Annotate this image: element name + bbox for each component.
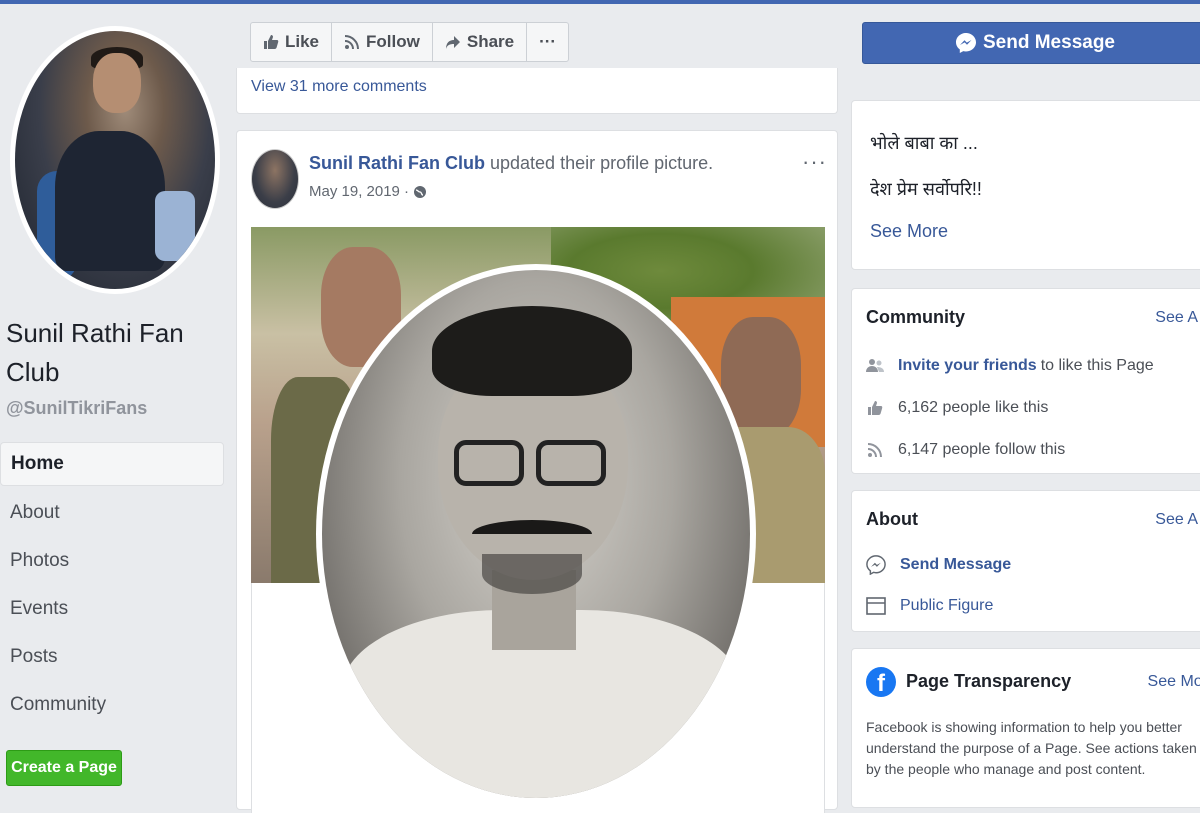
nav-item-home[interactable]: Home bbox=[0, 442, 224, 486]
post-action-text: updated their profile picture. bbox=[485, 153, 714, 173]
community-card: Community See A Invite your friends to l… bbox=[851, 288, 1200, 474]
globe-icon bbox=[414, 185, 427, 198]
like-label: Like bbox=[285, 32, 320, 51]
share-label: Share bbox=[466, 32, 515, 51]
post-author-avatar[interactable] bbox=[251, 149, 299, 209]
page-handle[interactable]: @SunilTikriFans bbox=[6, 398, 147, 419]
post-timestamp: May 19, 2019 · bbox=[309, 183, 427, 200]
send-message-button[interactable]: Send Message bbox=[862, 22, 1200, 64]
follow-button[interactable]: Follow bbox=[332, 23, 433, 61]
community-see-all-link[interactable]: See A bbox=[1155, 309, 1198, 327]
post-author-link[interactable]: Sunil Rathi Fan Club bbox=[309, 153, 485, 173]
bio-card: भोले बाबा का ... देश प्रेम सर्वोपरि!! Se… bbox=[851, 100, 1200, 270]
post-date[interactable]: May 19, 2019 · bbox=[309, 183, 409, 200]
new-profile-picture[interactable] bbox=[316, 264, 756, 804]
likes-row: 6,162 people like this bbox=[866, 399, 1048, 417]
view-more-comments-link[interactable]: View 31 more comments bbox=[251, 78, 427, 96]
avatar bbox=[15, 31, 215, 289]
rss-icon bbox=[867, 443, 882, 458]
follows-row: 6,147 people follow this bbox=[866, 441, 1065, 459]
post-header: Sunil Rathi Fan Club updated their profi… bbox=[309, 153, 713, 174]
about-send-message-row: Send Message bbox=[866, 555, 1015, 575]
transparency-see-more-link[interactable]: See Mor bbox=[1148, 673, 1200, 691]
follow-label: Follow bbox=[366, 32, 420, 51]
about-send-message-link[interactable]: Send Message bbox=[900, 556, 1011, 574]
thumbs-up-icon bbox=[868, 401, 883, 415]
follows-count: 6,147 people follow this bbox=[898, 441, 1066, 458]
messenger-icon bbox=[956, 33, 976, 53]
more-options-button[interactable]: ··· bbox=[527, 23, 568, 61]
page-title[interactable]: Sunil Rathi Fan Club bbox=[6, 314, 226, 392]
transparency-text: Facebook is showing information to help … bbox=[866, 719, 1197, 777]
bio-line-1: भोले बाबा का ... bbox=[870, 133, 978, 153]
facebook-logo-icon: f bbox=[866, 667, 896, 697]
about-title: About bbox=[866, 509, 918, 529]
thumbs-up-icon bbox=[264, 35, 279, 49]
previous-post-comments: View 31 more comments bbox=[236, 68, 838, 114]
more-icon: ··· bbox=[539, 32, 557, 51]
category-link[interactable]: Public Figure bbox=[900, 597, 993, 615]
bio-line-2: देश प्रेम सर्वोपरि!! bbox=[870, 179, 982, 199]
about-see-all-link[interactable]: See A bbox=[1155, 511, 1198, 529]
share-button[interactable]: Share bbox=[433, 23, 528, 61]
invite-friends-text: to like this Page bbox=[1040, 357, 1154, 374]
left-sidebar: Sunil Rathi Fan Club @SunilTikriFans Hom… bbox=[0, 4, 236, 800]
nav-item-posts[interactable]: Posts bbox=[0, 634, 224, 682]
rss-icon bbox=[344, 35, 360, 50]
flag-icon bbox=[866, 597, 886, 615]
transparency-title: Page Transparency bbox=[906, 671, 1072, 691]
messenger-icon bbox=[866, 555, 886, 575]
likes-count: 6,162 people like this bbox=[898, 399, 1049, 416]
page-action-bar: Like Follow Share ··· bbox=[250, 22, 570, 62]
category-row: Public Figure bbox=[866, 597, 993, 615]
nav-item-photos[interactable]: Photos bbox=[0, 538, 224, 586]
profile-photo-image bbox=[322, 270, 750, 798]
nav-item-events[interactable]: Events bbox=[0, 586, 224, 634]
page-nav: Home About Photos Events Posts Community bbox=[0, 442, 224, 730]
page-profile-picture[interactable] bbox=[10, 26, 220, 294]
invite-friends-link[interactable]: Invite your friends bbox=[898, 357, 1037, 375]
invite-friends-row: Invite your friends to like this Page bbox=[866, 357, 1154, 375]
page-transparency-card: f Page Transparency See Mor Facebook is … bbox=[851, 648, 1200, 808]
people-icon bbox=[866, 359, 884, 372]
create-page-button[interactable]: Create a Page bbox=[6, 750, 122, 786]
about-card: About See A Send Message Public Figure bbox=[851, 490, 1200, 632]
share-icon bbox=[445, 36, 460, 49]
nav-item-about[interactable]: About bbox=[0, 490, 224, 538]
post-menu-button[interactable]: ··· bbox=[802, 149, 827, 175]
nav-item-community[interactable]: Community bbox=[0, 682, 224, 730]
community-title: Community bbox=[866, 307, 965, 327]
send-message-label: Send Message bbox=[983, 32, 1115, 53]
bio-see-more-link[interactable]: See More bbox=[870, 221, 948, 242]
like-button[interactable]: Like bbox=[251, 23, 333, 61]
